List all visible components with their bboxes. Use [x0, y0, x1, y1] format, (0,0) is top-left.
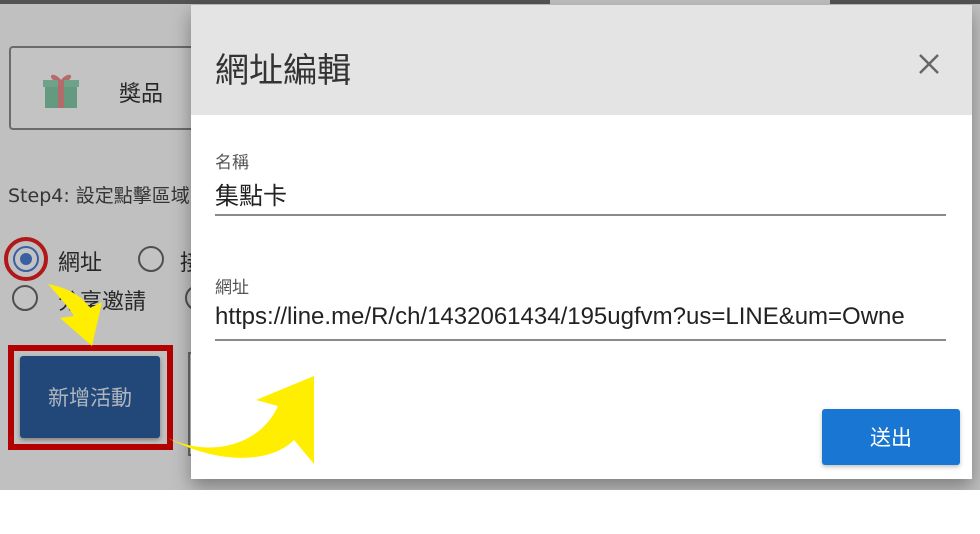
name-field-label: 名稱 [215, 153, 249, 173]
yellow-curved-arrow-icon [168, 376, 314, 464]
page-bottom-margin [0, 490, 980, 534]
url-field-underline [215, 339, 946, 341]
url-field[interactable] [215, 301, 935, 333]
name-field[interactable] [215, 177, 935, 209]
app-screen: 獎品 Step4: 設定點擊區域 網址 接 分享邀請 新增活動 網址編輯 名稱 … [0, 0, 980, 490]
name-field-underline [215, 214, 946, 216]
dialog-title: 網址編輯 [215, 51, 351, 91]
yellow-arrow-down-icon [48, 284, 102, 346]
close-icon[interactable] [912, 47, 946, 81]
submit-button[interactable]: 送出 [822, 409, 960, 465]
dialog-header: 網址編輯 [191, 5, 972, 115]
url-field-label: 網址 [215, 278, 249, 298]
